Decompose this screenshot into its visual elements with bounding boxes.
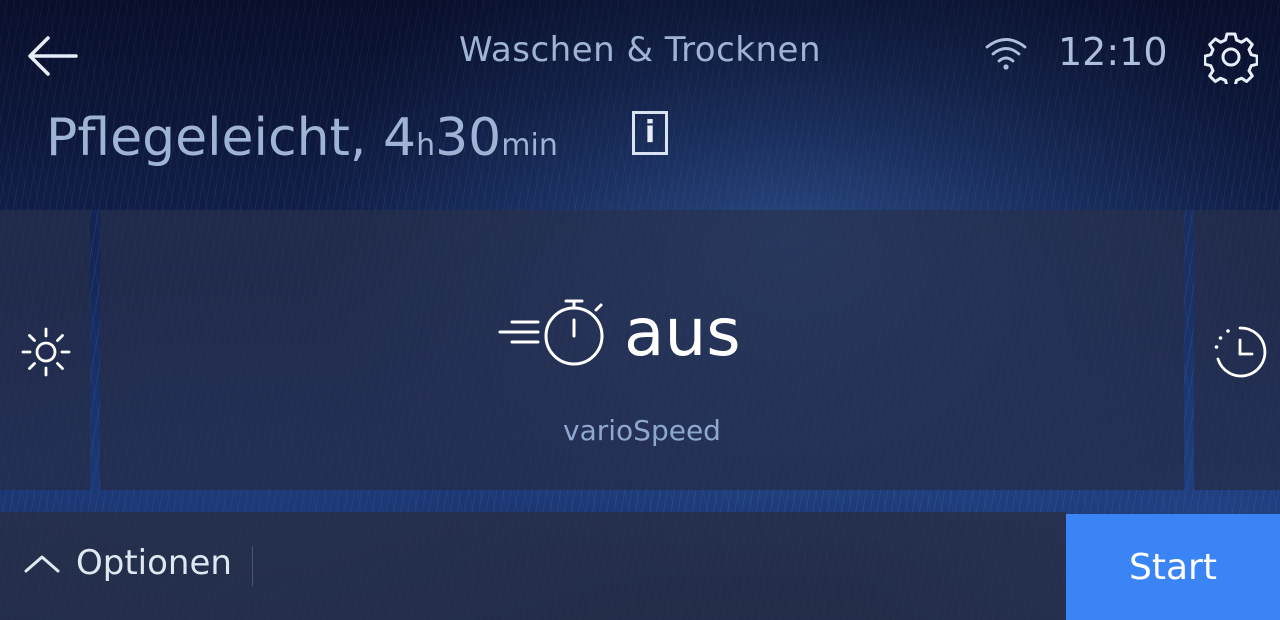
minutes-unit: min — [501, 128, 558, 163]
footer-divider — [252, 546, 253, 586]
options-label: Optionen — [76, 543, 232, 583]
vario-speed-value: aus — [624, 294, 741, 371]
sun-icon — [21, 327, 71, 377]
chevron-up-icon — [24, 555, 60, 573]
options-toggle[interactable]: Optionen — [22, 528, 232, 598]
option-panel-next[interactable] — [1194, 210, 1280, 490]
clock: 12:10 — [1058, 30, 1168, 74]
back-button[interactable] — [24, 34, 80, 78]
gear-icon — [1203, 32, 1259, 88]
timer-icon — [1214, 326, 1267, 378]
info-button[interactable]: i — [632, 111, 668, 155]
option-panel-vario-speed[interactable]: aus varioSpeed — [100, 210, 1184, 490]
program-name: Pflegeleicht, 4 — [46, 108, 417, 168]
settings-button[interactable] — [1203, 30, 1259, 88]
back-arrow-icon — [28, 36, 78, 76]
vario-speed-icon — [498, 299, 604, 366]
page-title: Waschen & Trocknen — [458, 30, 822, 70]
program-minutes: 30 — [435, 108, 502, 168]
vario-speed-label: varioSpeed — [563, 414, 721, 447]
option-panel-previous[interactable] — [0, 210, 90, 490]
wifi-icon — [985, 38, 1027, 70]
start-button[interactable]: Start — [1066, 514, 1280, 620]
program-summary: Pflegeleicht, 4h30min — [46, 108, 558, 168]
hours-unit: h — [416, 128, 436, 163]
